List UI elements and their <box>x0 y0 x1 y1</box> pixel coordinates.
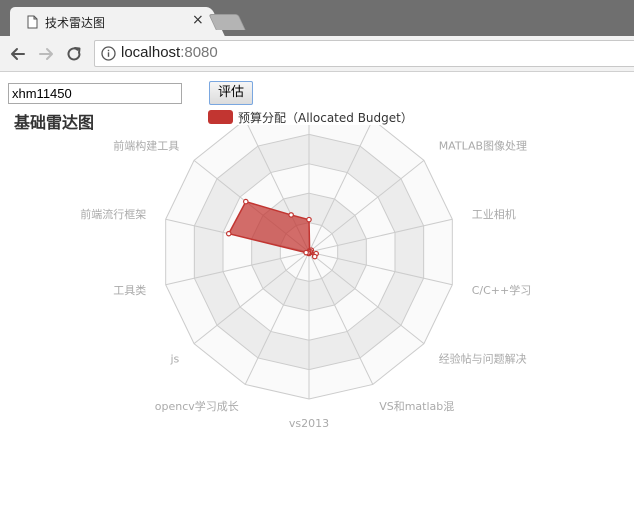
address-bar[interactable]: localhost:8080 <box>94 40 634 67</box>
url-host: localhost <box>121 44 181 61</box>
page-content: 评估 基础雷达图 预算分配（Allocated Budget） css机器学习M… <box>0 73 634 530</box>
evaluate-button[interactable]: 评估 <box>209 81 253 105</box>
new-tab-button[interactable] <box>208 14 246 30</box>
radar-indicator-label: 工具类 <box>113 283 146 297</box>
radar-indicator-label: js <box>170 353 180 366</box>
tab-title: 技术雷达图 <box>45 16 106 30</box>
document-icon <box>27 15 38 29</box>
radar-data-point[interactable] <box>288 212 294 218</box>
radar-indicator-label: 工业相机 <box>472 207 516 221</box>
radar-data-point[interactable] <box>311 253 318 260</box>
radar-data-point[interactable] <box>225 230 232 237</box>
radar-indicator-label: MATLAB图像处理 <box>439 139 527 152</box>
reload-icon[interactable] <box>64 44 84 64</box>
browser-toolbar: localhost:8080 <box>0 36 634 72</box>
user-id-input[interactable] <box>8 83 182 104</box>
browser-tab-strip: 技术雷达图 × <box>0 0 634 36</box>
radar-indicator-label: opencv学习成长 <box>155 399 239 413</box>
browser-tab[interactable]: 技术雷达图 <box>10 7 208 36</box>
forward-arrow-icon[interactable] <box>36 44 56 64</box>
url-port: :8080 <box>180 44 218 61</box>
radar-indicator-label: 经验帖与问题解决 <box>439 352 527 366</box>
radar-indicator-label: C/C++学习 <box>472 283 532 297</box>
radar-indicator-label: 前端流行框架 <box>80 207 146 221</box>
info-icon[interactable] <box>101 46 116 61</box>
radar-chart: css机器学习MATLAB图像处理工业相机C/C++学习经验帖与问题解决VS和m… <box>80 125 532 430</box>
back-arrow-icon[interactable] <box>8 44 28 64</box>
radar-data-point[interactable] <box>303 249 309 256</box>
radar-data-point[interactable] <box>242 198 249 205</box>
legend-swatch <box>208 110 233 124</box>
url-text: localhost:8080 <box>121 44 218 61</box>
radar-indicator-label: VS和matlab混 <box>379 400 454 413</box>
legend-label: 预算分配（Allocated Budget） <box>238 111 413 125</box>
radar-indicator-label: 前端构建工具 <box>113 138 179 152</box>
tab-close-icon[interactable]: × <box>192 12 204 28</box>
radar-data-point[interactable] <box>306 216 312 223</box>
radar-indicator-label: vs2013 <box>289 417 329 430</box>
